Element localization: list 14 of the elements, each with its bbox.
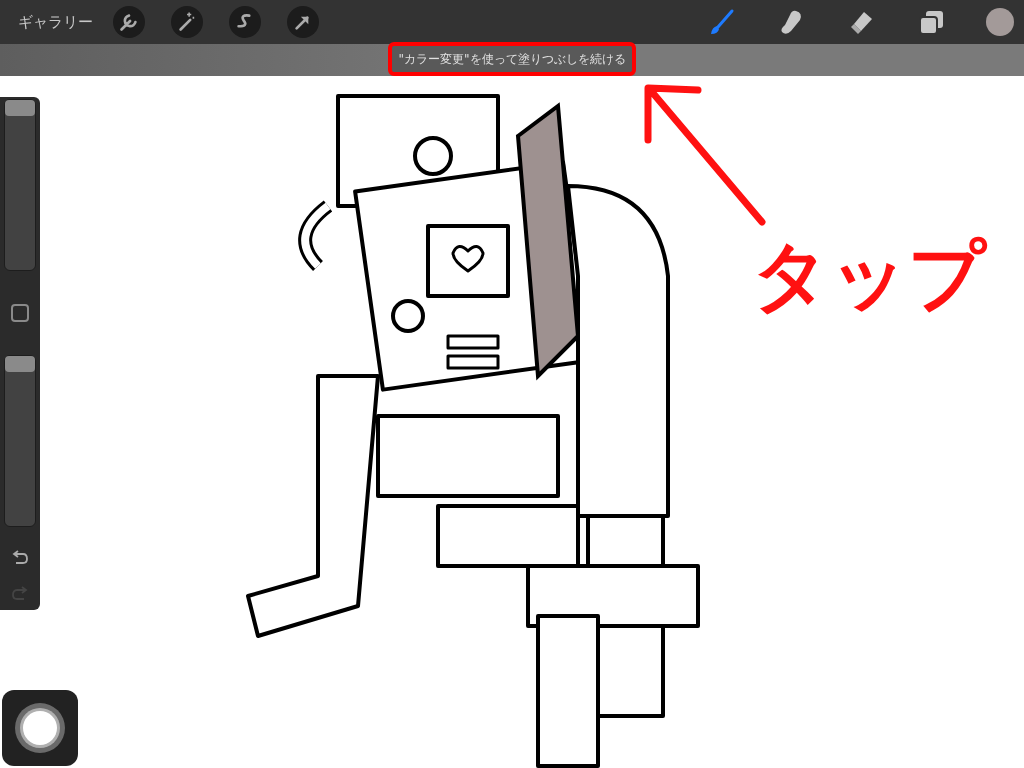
tap-annotation: タップ [752, 238, 986, 314]
wand-icon[interactable] [171, 6, 203, 38]
transform-icon[interactable] [287, 6, 319, 38]
slider-thumb[interactable] [5, 100, 35, 116]
color-swatch[interactable] [986, 8, 1014, 36]
size-slider[interactable] [4, 355, 36, 527]
undo-icon[interactable] [11, 550, 29, 566]
quickmenu-button[interactable] [2, 690, 78, 766]
banner-message: "カラー変更"を使って塗りつぶしを続ける [398, 51, 626, 68]
modify-square-button[interactable] [11, 304, 29, 322]
gallery-button[interactable]: ギャラリー [18, 10, 93, 34]
selection-icon[interactable] [229, 6, 261, 38]
size-slider[interactable] [4, 99, 36, 271]
slider-thumb[interactable] [5, 356, 35, 372]
